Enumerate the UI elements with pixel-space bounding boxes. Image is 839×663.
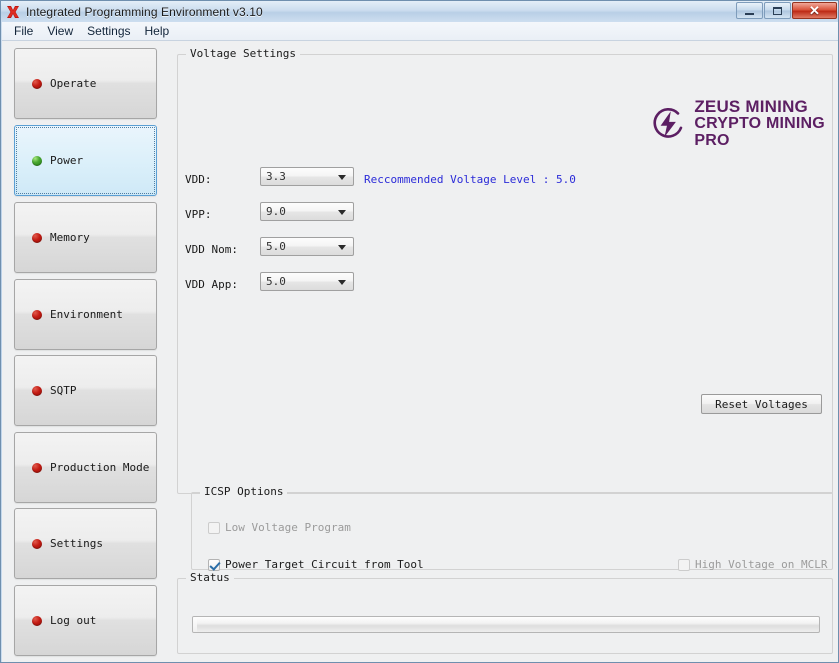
maximize-icon — [773, 7, 782, 15]
chevron-down-icon — [338, 245, 346, 250]
close-button[interactable]: ✕ — [792, 2, 837, 19]
sidebar-item-label: Production Mode — [50, 461, 149, 474]
vdd-app-label: VDD App: — [185, 278, 238, 291]
sidebar-item-label: Operate — [50, 77, 96, 90]
vdd-nom-label: VDD Nom: — [185, 243, 238, 256]
minimize-icon — [745, 13, 754, 15]
sidebar-item-settings[interactable]: Settings — [14, 508, 157, 579]
window-controls: ✕ — [736, 2, 837, 20]
sidebar-item-power[interactable]: Power — [14, 125, 157, 196]
vdd-select[interactable]: 3.3 — [260, 167, 354, 186]
sidebar-item-label: Settings — [50, 537, 103, 550]
menu-item-view[interactable]: View — [40, 22, 80, 40]
main-panel: Voltage Settings VDD: 3.3 Reccommended V… — [172, 41, 839, 662]
low-voltage-program-checkbox[interactable]: Low Voltage Program — [208, 521, 351, 534]
window-title: Integrated Programming Environment v3.10 — [26, 5, 263, 19]
checkbox-icon — [678, 559, 690, 571]
voltage-settings-group: Voltage Settings VDD: 3.3 Reccommended V… — [177, 54, 833, 494]
status-led-icon — [32, 616, 42, 626]
sidebar-item-operate[interactable]: Operate — [14, 48, 157, 119]
power-target-circuit-checkbox[interactable]: Power Target Circuit from Tool — [208, 558, 424, 571]
checkbox-icon — [208, 522, 220, 534]
sidebar-item-memory[interactable]: Memory — [14, 202, 157, 273]
close-icon: ✕ — [809, 4, 820, 17]
sidebar-item-environment[interactable]: Environment — [14, 279, 157, 350]
status-progress-bar — [192, 616, 820, 633]
recommended-voltage-note: Reccommended Voltage Level : 5.0 — [364, 173, 576, 186]
sidebar-item-label: Power — [50, 154, 83, 167]
checkbox-icon — [208, 559, 220, 571]
sidebar-item-log-out[interactable]: Log out — [14, 585, 157, 656]
voltage-settings-title: Voltage Settings — [186, 47, 300, 60]
app-icon — [5, 4, 21, 20]
status-group: Status — [177, 578, 833, 654]
sidebar-item-label: Memory — [50, 231, 90, 244]
high-voltage-mclr-label: High Voltage on MCLR — [695, 558, 827, 571]
sidebar-item-production-mode[interactable]: Production Mode — [14, 432, 157, 503]
progress-fill — [193, 617, 197, 632]
sidebar-item-label: Log out — [50, 614, 96, 627]
maximize-button[interactable] — [764, 2, 791, 19]
chevron-down-icon — [338, 210, 346, 215]
status-led-icon — [32, 233, 42, 243]
reset-voltages-button[interactable]: Reset Voltages — [701, 394, 822, 414]
vdd-value: 3.3 — [266, 170, 286, 183]
minimize-button[interactable] — [736, 2, 763, 19]
client-area: Operate Power Memory Environment SQTP Pr — [2, 41, 839, 662]
menu-item-help[interactable]: Help — [138, 22, 177, 40]
chevron-down-icon — [338, 175, 346, 180]
sidebar-item-sqtp[interactable]: SQTP — [14, 355, 157, 426]
status-led-icon — [32, 79, 42, 89]
chevron-down-icon — [338, 280, 346, 285]
status-led-icon — [32, 386, 42, 396]
icsp-options-group: ICSP Options Low Voltage Program Power T… — [191, 492, 833, 570]
high-voltage-mclr-checkbox[interactable]: High Voltage on MCLR — [678, 558, 827, 571]
sidebar-item-label: SQTP — [50, 384, 77, 397]
power-target-circuit-label: Power Target Circuit from Tool — [225, 558, 424, 571]
vpp-select[interactable]: 9.0 — [260, 202, 354, 221]
vpp-value: 9.0 — [266, 205, 286, 218]
title-bar: Integrated Programming Environment v3.10… — [1, 1, 839, 22]
vdd-app-select[interactable]: 5.0 — [260, 272, 354, 291]
vdd-label: VDD: — [185, 173, 212, 186]
menu-item-settings[interactable]: Settings — [80, 22, 137, 40]
status-led-icon — [32, 156, 42, 166]
status-led-icon — [32, 463, 42, 473]
vdd-nom-select[interactable]: 5.0 — [260, 237, 354, 256]
vpp-label: VPP: — [185, 208, 212, 221]
sidebar-item-label: Environment — [50, 308, 123, 321]
vdd-app-value: 5.0 — [266, 275, 286, 288]
sidebar: Operate Power Memory Environment SQTP Pr — [2, 41, 172, 662]
menu-bar: File View Settings Help — [2, 22, 839, 41]
icsp-options-title: ICSP Options — [200, 485, 287, 498]
application-window: Integrated Programming Environment v3.10… — [0, 0, 839, 663]
status-led-icon — [32, 310, 42, 320]
vdd-nom-value: 5.0 — [266, 240, 286, 253]
status-led-icon — [32, 539, 42, 549]
status-title: Status — [186, 571, 234, 584]
low-voltage-program-label: Low Voltage Program — [225, 521, 351, 534]
menu-item-file[interactable]: File — [7, 22, 40, 40]
